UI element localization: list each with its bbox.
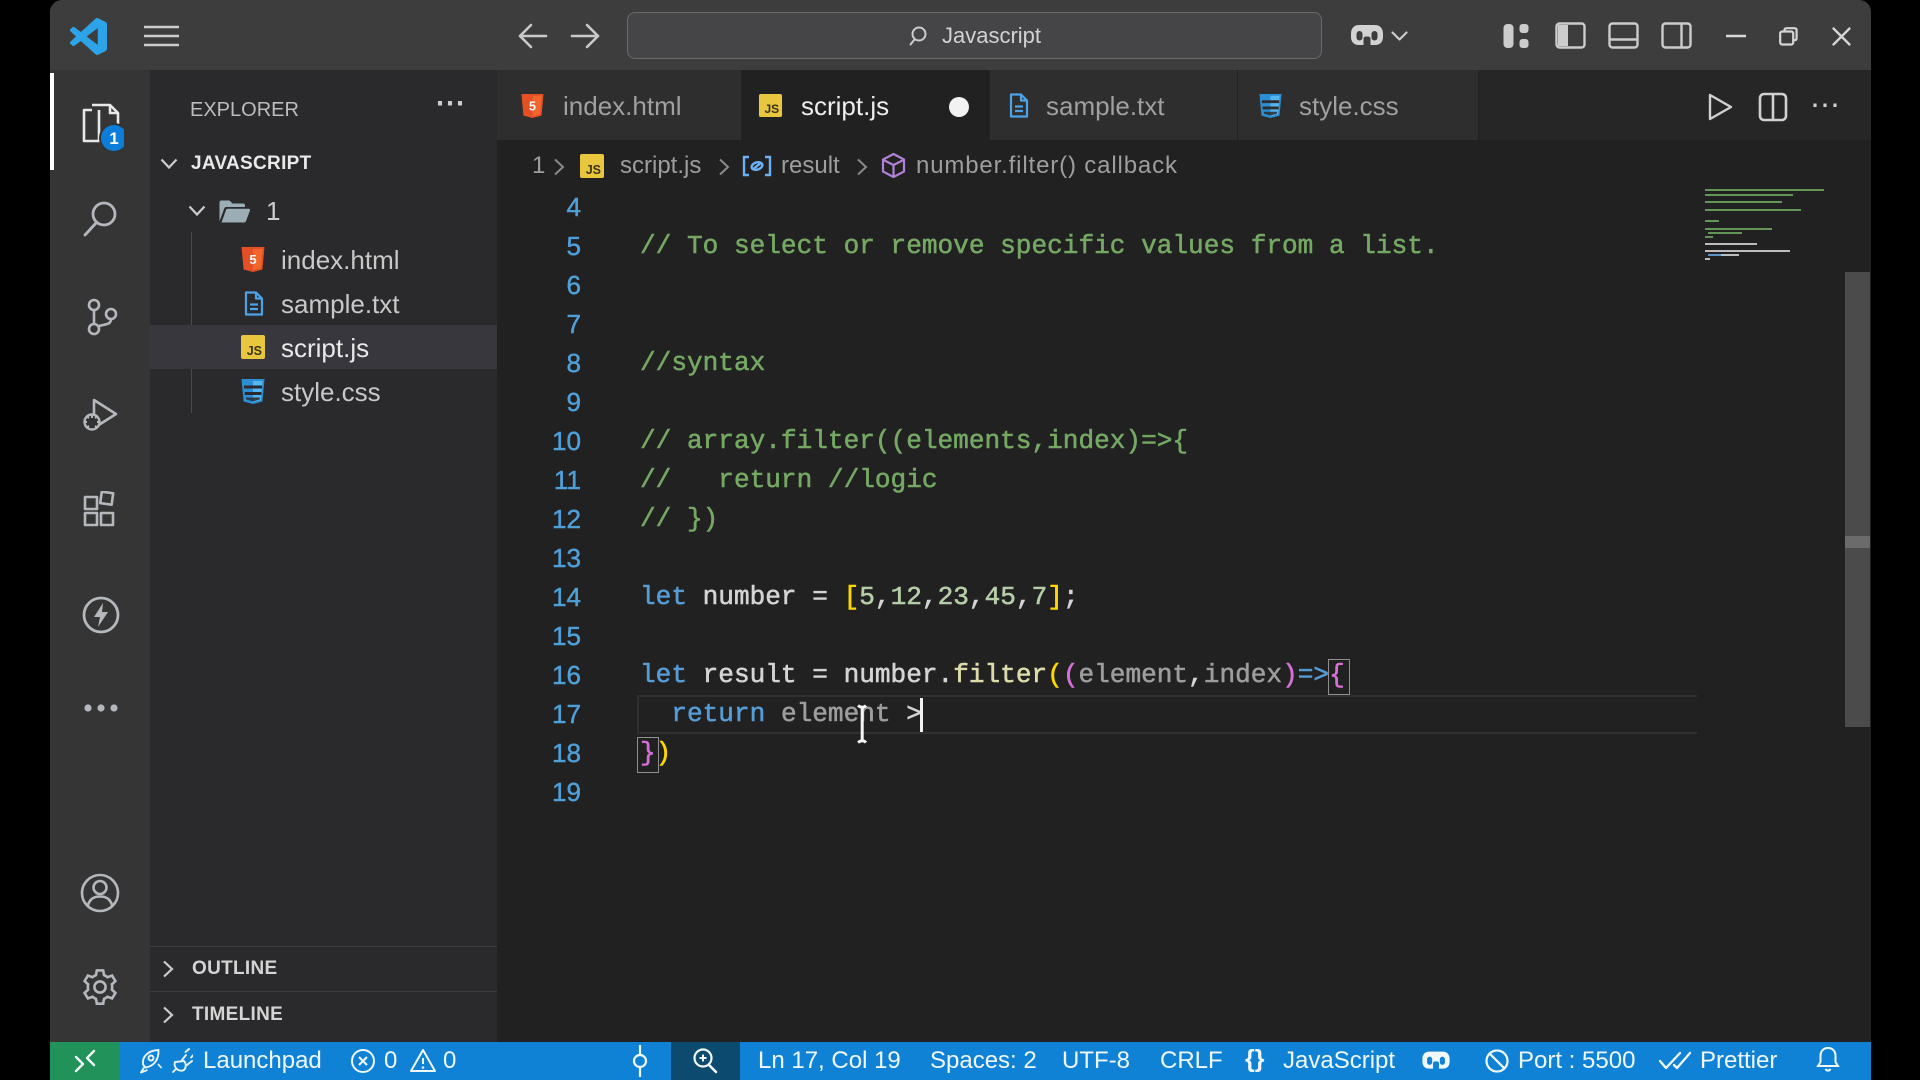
svg-text:1: 1	[109, 129, 118, 148]
svg-text:JS: JS	[764, 102, 779, 116]
svg-text:5: 5	[249, 252, 256, 267]
svg-text:5: 5	[529, 99, 536, 113]
svg-text:JS: JS	[586, 163, 601, 177]
svg-text:JS: JS	[247, 344, 262, 358]
